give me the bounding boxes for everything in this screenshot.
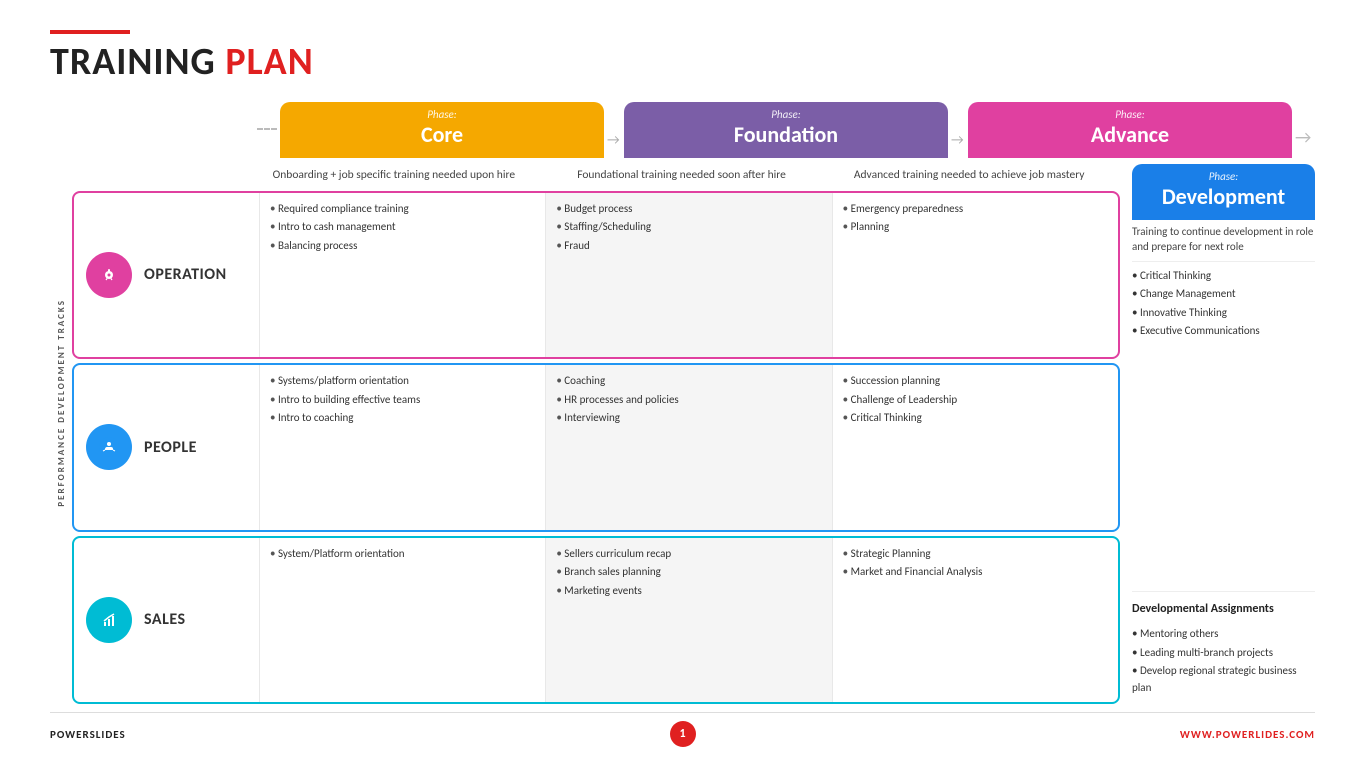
phase-advance-header: Phase: Advance bbox=[968, 102, 1292, 158]
people-core-cell: Systems/platform orientation Intro to bu… bbox=[259, 365, 545, 529]
sales-name: SALES bbox=[144, 610, 186, 629]
dev-phase-name: Development bbox=[1142, 183, 1305, 210]
arrow-right: → bbox=[1295, 126, 1315, 158]
arrow-1: → bbox=[607, 131, 621, 158]
sales-core-cell: System/Platform orientation bbox=[259, 538, 545, 702]
list-item: Challenge of Leadership bbox=[843, 392, 1108, 409]
desc-foundation: Foundational training needed soon after … bbox=[548, 164, 816, 187]
footer-center: 1 bbox=[472, 721, 894, 747]
people-name: PEOPLE bbox=[144, 438, 197, 457]
list-item: HR processes and policies bbox=[556, 392, 821, 409]
page-number: 1 bbox=[670, 721, 696, 747]
footer: POWERSLIDES 1 WWW.POWERLIDES.COM bbox=[50, 712, 1315, 747]
list-item: Sellers curriculum recap bbox=[556, 546, 821, 563]
list-item: Develop regional strategic business plan bbox=[1132, 663, 1315, 696]
list-item: Intro to coaching bbox=[270, 410, 535, 427]
phase-foundation-name: Foundation bbox=[634, 121, 938, 148]
page-title: TRAINING PLAN bbox=[50, 42, 1315, 84]
operation-cells: Required compliance training Intro to ca… bbox=[259, 193, 1118, 357]
sales-cells: System/Platform orientation Sellers curr… bbox=[259, 538, 1118, 702]
operation-name: OPERATION bbox=[144, 265, 227, 284]
dev-assignments-section: Developmental Assignments Mentoring othe… bbox=[1132, 591, 1315, 704]
people-advance-cell: Succession planning Challenge of Leaders… bbox=[832, 365, 1118, 529]
desc-row: Onboarding + job specific training neede… bbox=[72, 164, 1120, 187]
operation-icon bbox=[86, 252, 132, 298]
list-item: Market and Financial Analysis bbox=[843, 564, 1108, 581]
list-item: Innovative Thinking bbox=[1132, 305, 1315, 322]
list-item: Executive Communications bbox=[1132, 323, 1315, 340]
development-column: Phase: Development Training to continue … bbox=[1120, 164, 1315, 704]
dev-phase-label: Phase: bbox=[1142, 170, 1305, 183]
desc-core: Onboarding + job specific training neede… bbox=[260, 164, 528, 187]
people-foundation-cell: Coaching HR processes and policies Inter… bbox=[545, 365, 831, 529]
phase-headers: Phase: Core → Phase: Foundation → Phase:… bbox=[277, 102, 1295, 158]
track-sales: SALES System/Platform orientation bbox=[72, 536, 1120, 704]
track-people: PEOPLE Systems/platform orientation Intr… bbox=[72, 363, 1120, 531]
sales-advance-cell: Strategic Planning Market and Financial … bbox=[832, 538, 1118, 702]
dev-operation-items: Critical Thinking Change Management Inno… bbox=[1132, 261, 1315, 591]
track-operation: OPERATION Required compliance training I… bbox=[72, 191, 1120, 359]
header: TRAINING PLAN bbox=[50, 30, 1315, 84]
title-red: PLAN bbox=[225, 39, 313, 85]
list-item: Coaching bbox=[556, 373, 821, 390]
list-item: System/Platform orientation bbox=[270, 546, 535, 563]
list-item: Interviewing bbox=[556, 410, 821, 427]
phase-foundation-header: Phase: Foundation bbox=[624, 102, 948, 158]
list-item: Budget process bbox=[556, 201, 821, 218]
list-item: Marketing events bbox=[556, 583, 821, 600]
list-item: Critical Thinking bbox=[1132, 268, 1315, 285]
track-people-label: PEOPLE bbox=[74, 365, 259, 529]
list-item: Fraud bbox=[556, 238, 821, 255]
footer-right: WWW.POWERLIDES.COM bbox=[893, 728, 1315, 741]
desc-advance: Advanced training needed to achieve job … bbox=[835, 164, 1103, 187]
arrow-2: → bbox=[951, 131, 965, 158]
sales-foundation-cell: Sellers curriculum recap Branch sales pl… bbox=[545, 538, 831, 702]
list-item: Emergency preparedness bbox=[843, 201, 1108, 218]
list-item: Mentoring others bbox=[1132, 626, 1315, 643]
list-item: Balancing process bbox=[270, 238, 535, 255]
phase-advance-name: Advance bbox=[978, 121, 1282, 148]
title-black: TRAINING bbox=[50, 39, 216, 85]
sales-icon bbox=[86, 597, 132, 643]
desc-cells: Onboarding + job specific training neede… bbox=[257, 164, 1120, 187]
list-item: Change Management bbox=[1132, 286, 1315, 303]
list-item: Planning bbox=[843, 219, 1108, 236]
red-accent-line bbox=[50, 30, 130, 34]
phase-core-header: Phase: Core bbox=[280, 102, 604, 158]
list-item: Systems/platform orientation bbox=[270, 373, 535, 390]
phase-row: Phase: Core → Phase: Foundation → Phase:… bbox=[72, 102, 1315, 158]
dev-assignments-items: Mentoring others Leading multi-branch pr… bbox=[1132, 620, 1315, 704]
list-item: Staffing/Scheduling bbox=[556, 219, 821, 236]
list-item: Required compliance training bbox=[270, 201, 535, 218]
operation-core-cell: Required compliance training Intro to ca… bbox=[259, 193, 545, 357]
dev-assignments-title: Developmental Assignments bbox=[1132, 602, 1315, 616]
people-cells: Systems/platform orientation Intro to bu… bbox=[259, 365, 1118, 529]
operation-advance-cell: Emergency preparedness Planning bbox=[832, 193, 1118, 357]
phase-advance-label: Phase: bbox=[978, 108, 1282, 121]
vertical-label-col: PERFORMANCE DEVELOPMENT TRACKS bbox=[50, 102, 72, 704]
list-item: Branch sales planning bbox=[556, 564, 821, 581]
people-icon bbox=[86, 424, 132, 470]
list-item: Critical Thinking bbox=[843, 410, 1108, 427]
dev-description: Training to continue development in role… bbox=[1132, 220, 1315, 261]
phase-core-name: Core bbox=[290, 121, 594, 148]
list-item: Intro to building effective teams bbox=[270, 392, 535, 409]
list-item: Intro to cash management bbox=[270, 219, 535, 236]
footer-left: POWERSLIDES bbox=[50, 728, 472, 741]
tracks: OPERATION Required compliance training I… bbox=[72, 191, 1120, 704]
operation-foundation-cell: Budget process Staffing/Scheduling Fraud bbox=[545, 193, 831, 357]
phase-core-label: Phase: bbox=[290, 108, 594, 121]
phase-foundation-label: Phase: bbox=[634, 108, 938, 121]
list-item: Leading multi-branch projects bbox=[1132, 645, 1315, 662]
vertical-label: PERFORMANCE DEVELOPMENT TRACKS bbox=[56, 299, 67, 507]
track-operation-label: OPERATION bbox=[74, 193, 259, 357]
track-sales-label: SALES bbox=[74, 538, 259, 702]
list-item: Strategic Planning bbox=[843, 546, 1108, 563]
table-area: Phase: Core → Phase: Foundation → Phase:… bbox=[72, 102, 1315, 704]
list-item: Succession planning bbox=[843, 373, 1108, 390]
